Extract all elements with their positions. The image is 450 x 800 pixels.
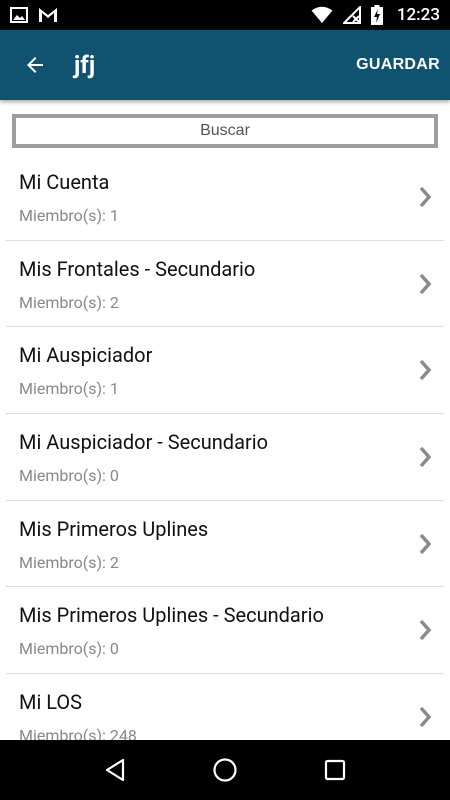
back-triangle-icon bbox=[105, 758, 125, 782]
app-bar: jfj GUARDAR bbox=[0, 30, 450, 100]
content-area: Mi Cuenta Miembro(s): 1 Mis Frontales - … bbox=[0, 100, 450, 740]
list-item[interactable]: Mi Auspiciador Miembro(s): 1 bbox=[6, 327, 444, 415]
group-list: Mi Cuenta Miembro(s): 1 Mis Frontales - … bbox=[6, 154, 444, 740]
nav-home-button[interactable] bbox=[195, 740, 255, 800]
list-item[interactable]: Mis Frontales - Secundario Miembro(s): 2 bbox=[6, 241, 444, 328]
list-item-subtitle: Miembro(s): 0 bbox=[19, 466, 119, 486]
list-item-subtitle: Miembro(s): 1 bbox=[19, 206, 119, 225]
list-item[interactable]: Mi Cuenta Miembro(s): 1 bbox=[6, 154, 444, 241]
list-item-subtitle: Miembro(s): 248 bbox=[19, 726, 137, 740]
status-bar: 12:23 bbox=[0, 0, 450, 30]
list-item[interactable]: Mi Auspiciador - Secundario Miembro(s): … bbox=[6, 414, 444, 501]
list-item-title: Mis Primeros Uplines - Secundario bbox=[19, 603, 324, 628]
list-item-title: Mis Primeros Uplines bbox=[19, 516, 209, 541]
list-item-title: Mi Cuenta bbox=[19, 170, 110, 194]
search-box bbox=[12, 114, 438, 148]
chevron-right-icon bbox=[419, 533, 432, 554]
image-notification-icon bbox=[10, 7, 28, 23]
list-item-subtitle: Miembro(s): 2 bbox=[19, 292, 119, 312]
status-time: 12:23 bbox=[396, 5, 440, 25]
chevron-right-icon bbox=[419, 706, 432, 728]
list-item-subtitle: Miembro(s): 1 bbox=[19, 379, 119, 399]
battery-charging-icon bbox=[370, 5, 383, 25]
system-nav-bar bbox=[0, 740, 450, 800]
chevron-right-icon bbox=[419, 186, 432, 208]
wifi-icon bbox=[311, 6, 333, 23]
chevron-right-icon bbox=[419, 446, 432, 468]
gmail-icon bbox=[39, 8, 57, 22]
signal-off-icon bbox=[342, 6, 361, 24]
recents-square-icon bbox=[324, 759, 346, 781]
list-item[interactable]: Mis Primeros Uplines Miembro(s): 2 bbox=[6, 501, 444, 588]
list-item[interactable]: Mi LOS Miembro(s): 248 bbox=[6, 674, 444, 740]
list-item-title: Mis Frontales - Secundario bbox=[19, 256, 256, 281]
list-item-title: Mi Auspiciador - Secundario bbox=[19, 430, 269, 455]
home-circle-icon bbox=[213, 758, 237, 782]
search-input[interactable] bbox=[16, 118, 434, 144]
save-button[interactable]: GUARDAR bbox=[356, 56, 440, 74]
arrow-back-icon bbox=[27, 57, 43, 73]
nav-back-button[interactable] bbox=[85, 740, 145, 800]
list-item-subtitle: Miembro(s): 2 bbox=[19, 552, 119, 572]
list-item-title: Mi LOS bbox=[19, 690, 83, 715]
chevron-right-icon bbox=[419, 360, 432, 381]
chevron-right-icon bbox=[419, 620, 432, 641]
back-button[interactable] bbox=[0, 30, 70, 100]
status-bar-system: 12:23 bbox=[311, 5, 440, 25]
list-item[interactable]: Mis Primeros Uplines - Secundario Miembr… bbox=[6, 587, 444, 675]
chevron-right-icon bbox=[419, 273, 432, 294]
page-title: jfj bbox=[74, 51, 96, 79]
list-item-title: Mi Auspiciador bbox=[19, 343, 153, 368]
status-bar-notifications bbox=[10, 7, 58, 23]
list-item-subtitle: Miembro(s): 0 bbox=[19, 639, 119, 659]
nav-recents-button[interactable] bbox=[305, 740, 365, 800]
